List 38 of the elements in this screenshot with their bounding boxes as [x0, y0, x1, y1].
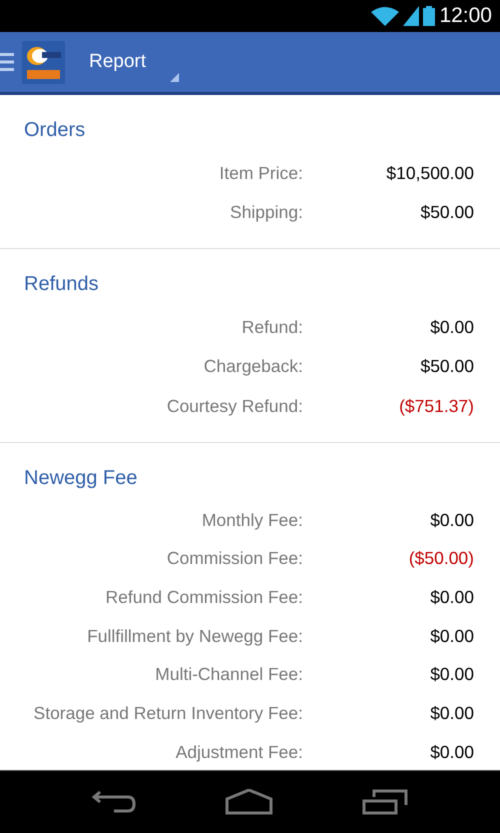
report-dropdown[interactable]: Report: [89, 42, 180, 82]
amount-value: $0.00: [429, 740, 474, 764]
fee-label: Adjustment Fee:: [174, 740, 303, 764]
home-icon[interactable]: [224, 789, 273, 815]
amount-value: ($50.00): [408, 547, 474, 570]
back-icon[interactable]: [92, 789, 136, 815]
dropdown-icon: [170, 73, 180, 82]
menu-icon[interactable]: [0, 52, 14, 72]
amount-value: ($751.37): [398, 394, 474, 418]
wifi-icon: [371, 6, 400, 26]
amount-value: $0.00: [429, 624, 474, 648]
fee-label: Storage and Return Inventory Fee:: [32, 702, 303, 726]
fee-label: Chargeback:: [202, 355, 303, 378]
amount-value: $0.00: [429, 586, 474, 610]
fee-label: Courtesy Refund:: [166, 394, 303, 418]
fee-label: Item Price:: [218, 162, 303, 185]
fee-label: Fullfillment by Newegg Fee:: [86, 624, 303, 648]
amount-value: $50.00: [419, 355, 474, 378]
amount-value: $10,500.00: [385, 162, 474, 185]
signal-icon: [403, 6, 420, 26]
amount-value: $50.00: [419, 201, 474, 224]
fee-label: Multi-Channel Fee:: [154, 663, 303, 686]
recent-apps-icon[interactable]: [362, 789, 408, 815]
section-title: Refunds: [23, 272, 100, 297]
fee-label: Monthly Fee:: [200, 508, 303, 532]
status-time: 12:00: [439, 3, 492, 30]
logo-icon[interactable]: [22, 40, 65, 84]
amount-value: $0.00: [429, 663, 474, 686]
fee-label: Refund Commission Fee:: [104, 586, 303, 610]
fee-label: Refund:: [240, 316, 303, 339]
section-title: Newegg Fee: [23, 466, 138, 490]
amount-value: $0.00: [429, 316, 474, 339]
battery-icon: [423, 6, 436, 26]
amount-value: $0.00: [429, 702, 474, 726]
section-title: Orders: [23, 118, 86, 143]
amount-value: $0.00: [429, 508, 474, 532]
fee-label: Shipping:: [229, 201, 303, 224]
fee-label: Commission Fee:: [166, 547, 303, 570]
